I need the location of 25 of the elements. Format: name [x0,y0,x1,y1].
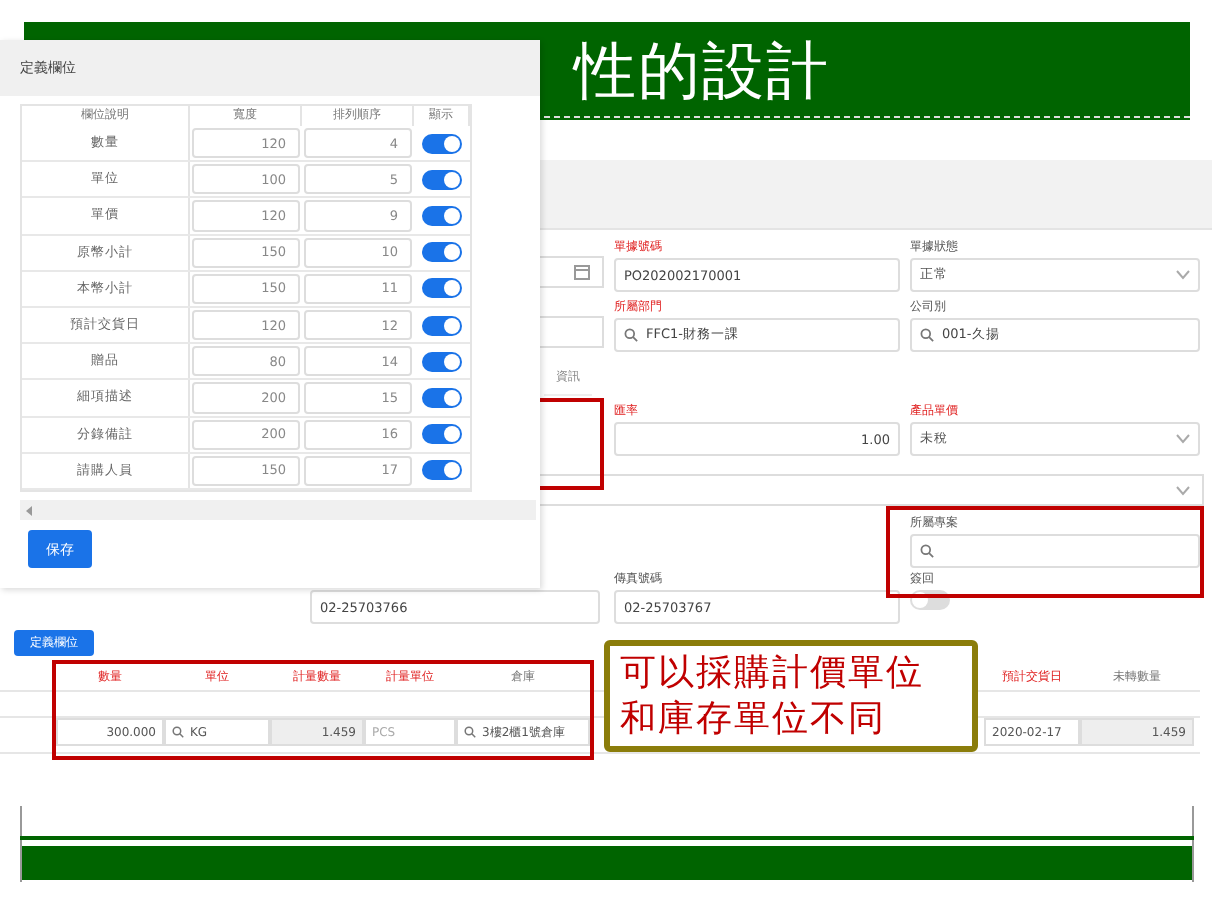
toggle-switch[interactable] [422,424,462,445]
toggle-switch[interactable] [422,278,462,299]
scroll-left-icon [26,505,32,515]
search-icon [172,726,184,738]
toggle-switch[interactable] [422,315,462,336]
search-icon [920,544,934,558]
chevron-icon [1176,270,1190,280]
search-icon [624,328,638,342]
chevron-icon [1176,486,1190,496]
toggle-switch[interactable] [422,169,462,190]
slide-title: 性的設計 [574,34,830,110]
toggle-switch[interactable] [422,242,462,263]
toggle-switch[interactable] [422,460,462,481]
toggle-switch[interactable] [422,387,462,408]
toggle-switch[interactable] [422,205,462,226]
calendar-icon [574,264,590,280]
chevron-icon [1176,434,1190,444]
callout-text: 和庫存單位不同 [620,696,888,742]
search-icon [464,726,476,738]
callout-text: 可以採購計價單位 [620,650,926,696]
toggle-switch[interactable] [422,133,462,154]
scrollbar[interactable] [20,500,536,520]
input-field[interactable] [910,534,1200,568]
toggle-switch[interactable] [422,351,462,372]
search-icon [920,328,934,342]
